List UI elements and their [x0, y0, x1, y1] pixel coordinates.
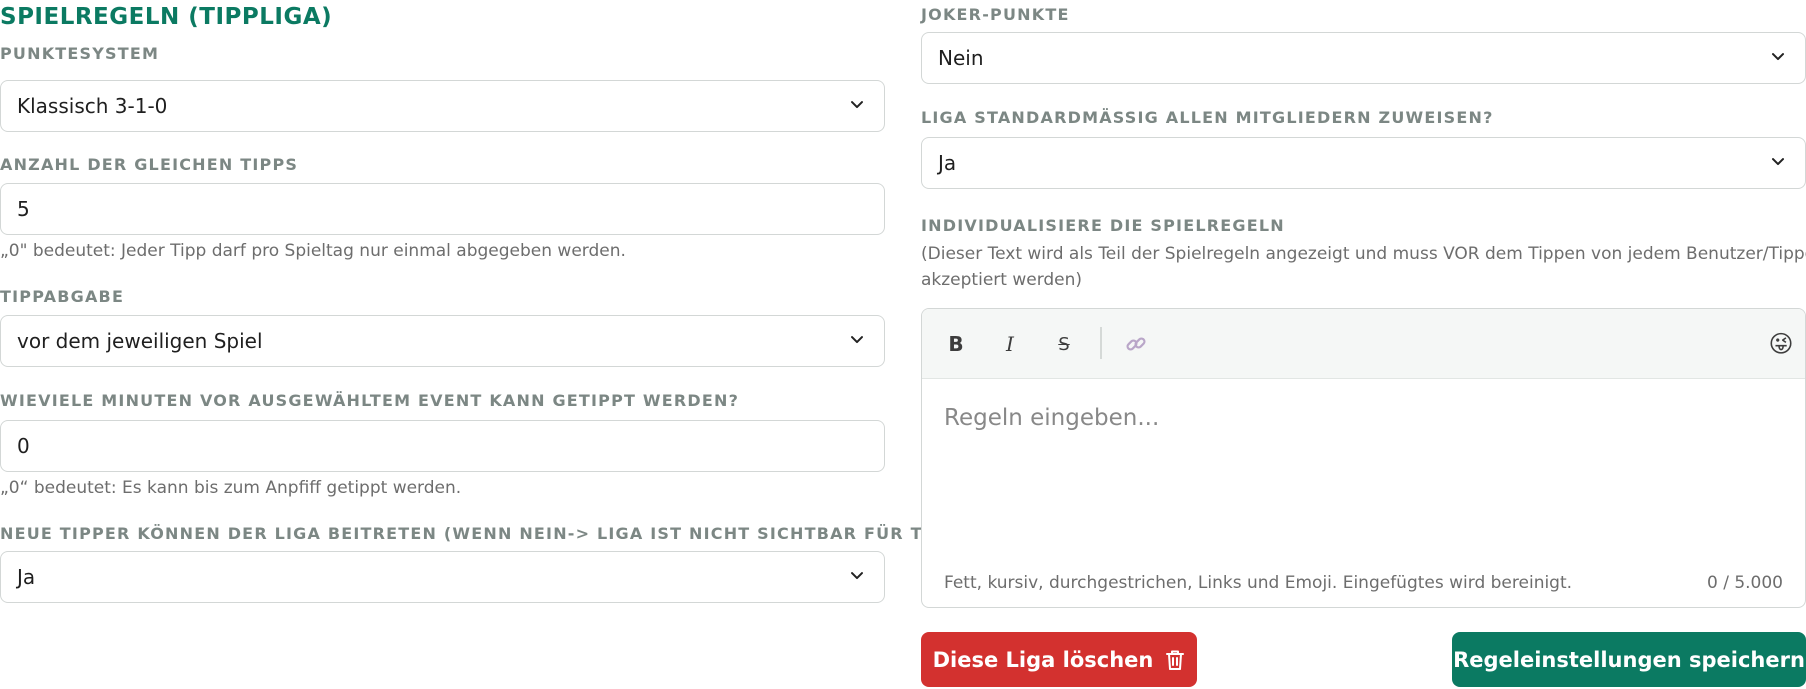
page-title: SPIELREGELN (TIPPLIGA) [0, 4, 333, 30]
chevron-down-icon [851, 336, 863, 344]
character-count: 0 / 5.000 [1706, 573, 1783, 593]
punktesystem-select[interactable]: Klassisch 3-1-0 [0, 80, 885, 132]
punktesystem-value: Klassisch 3-1-0 [17, 94, 168, 118]
link-button[interactable] [1120, 328, 1152, 360]
gleiche-tipps-value: 5 [17, 197, 30, 221]
neue-tipper-label: NEUE TIPPER KÖNNEN DER LIGA BEITRETEN (W… [0, 524, 990, 543]
chevron-down-icon [851, 101, 863, 109]
tippabgabe-value: vor dem jeweiligen Spiel [17, 329, 263, 353]
save-label: Regeleinstellungen speichern [1453, 647, 1805, 672]
individual-label: INDIVIDUALISIERE DIE SPIELREGELN [921, 216, 1285, 235]
delete-label: Diese Liga löschen [932, 647, 1154, 672]
standard-value: Ja [938, 151, 957, 175]
delete-league-button[interactable]: Diese Liga löschen [921, 632, 1197, 687]
chevron-down-icon [851, 572, 863, 580]
punktesystem-label: PUNKTESYSTEM [0, 44, 160, 63]
trash-icon [1166, 650, 1185, 670]
bold-button[interactable]: B [940, 328, 972, 360]
minuten-label: WIEVIELE MINUTEN VOR AUSGEWÄHLTEM EVENT … [0, 391, 740, 410]
joker-select[interactable]: Nein [921, 32, 1806, 84]
editor-placeholder[interactable]: Regeln eingeben... [944, 405, 1159, 431]
chevron-down-icon [1772, 53, 1784, 61]
minuten-hint: „0“ bedeutet: Es kann bis zum Anpfiff ge… [0, 478, 462, 498]
neue-tipper-select[interactable]: Ja [0, 551, 885, 603]
italic-button[interactable]: I [994, 328, 1026, 360]
chevron-down-icon [1772, 158, 1784, 166]
joker-value: Nein [938, 46, 984, 70]
neue-tipper-value: Ja [17, 565, 36, 589]
minuten-value: 0 [17, 434, 30, 458]
gleiche-tipps-label: ANZAHL DER GLEICHEN TIPPS [0, 155, 299, 174]
gleiche-tipps-input[interactable]: 5 [0, 183, 885, 235]
standard-select[interactable]: Ja [921, 137, 1806, 189]
tippabgabe-label: TIPPABGABE [0, 287, 125, 306]
joker-label: JOKER-PUNKTE [921, 5, 1070, 24]
minuten-input[interactable]: 0 [0, 420, 885, 472]
save-rules-button[interactable]: Regeleinstellungen speichern [1452, 632, 1806, 687]
emoji-button[interactable]: 😜 [1765, 328, 1797, 360]
individual-description-line2: akzeptiert werden) [921, 270, 1083, 290]
rules-editor[interactable]: B I S 😜 Regeln eingeben... Fett, kursiv,… [921, 308, 1806, 608]
editor-help-text: Fett, kursiv, durchgestrichen, Links und… [944, 573, 1573, 593]
tippabgabe-select[interactable]: vor dem jeweiligen Spiel [0, 315, 885, 367]
editor-toolbar: B I S 😜 [922, 309, 1805, 379]
standard-label: LIGA STANDARDMÄSSIG ALLEN MITGLIEDERN ZU… [921, 108, 1494, 127]
gleiche-tipps-hint: „0" bedeutet: Jeder Tipp darf pro Spielt… [0, 241, 626, 261]
toolbar-divider [1100, 327, 1102, 359]
individual-description-line1: (Dieser Text wird als Teil der Spielrege… [921, 244, 1806, 264]
link-icon [1126, 337, 1146, 351]
strikethrough-button[interactable]: S [1048, 328, 1080, 360]
